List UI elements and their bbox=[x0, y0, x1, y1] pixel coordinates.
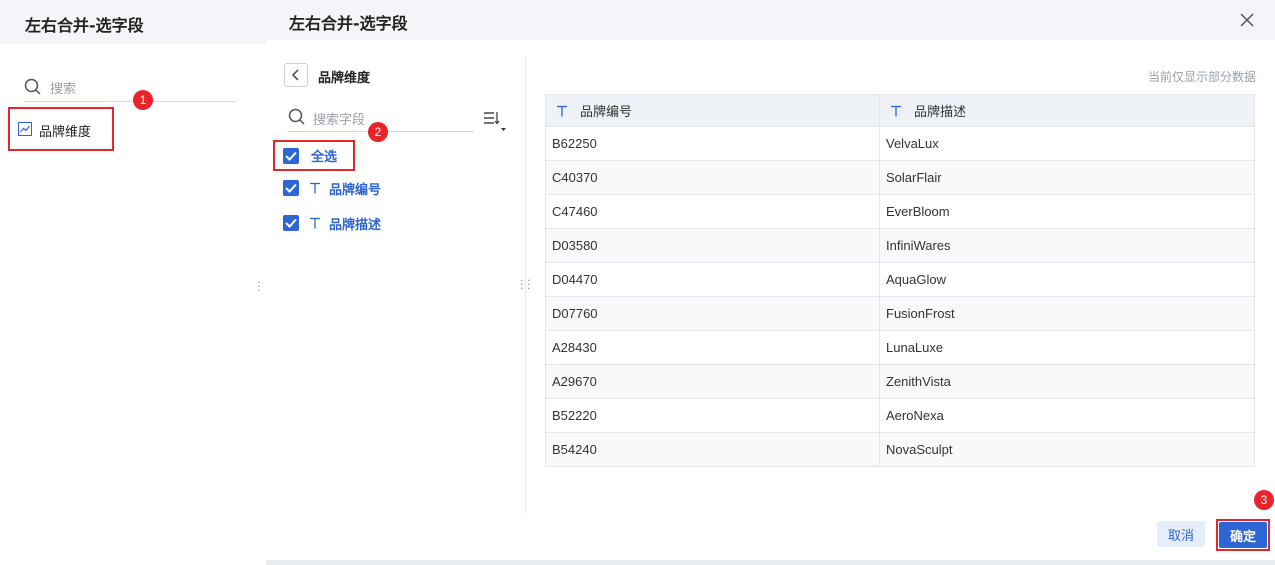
table-row: B52220 AeroNexa bbox=[545, 398, 1255, 433]
background-panel: 左右合并-选字段 搜索 品牌维度 1 · · · bbox=[0, 0, 268, 565]
table-cell: D07760 bbox=[545, 296, 880, 331]
close-icon bbox=[1240, 13, 1254, 27]
text-type-icon bbox=[310, 217, 320, 229]
text-type-icon bbox=[891, 105, 901, 116]
select-all-checkbox[interactable] bbox=[283, 147, 299, 164]
table-row: C40370 SolarFlair bbox=[545, 160, 1255, 195]
chart-icon bbox=[18, 122, 32, 136]
data-preview: 当前仅显示部分数据 品牌编号 品牌描述 B62250 VelvaLux C403… bbox=[544, 58, 1260, 478]
table-cell: AquaGlow bbox=[879, 262, 1255, 297]
background-title: 左右合并-选字段 bbox=[25, 16, 144, 35]
table-cell: VelvaLux bbox=[879, 126, 1255, 161]
field-search-placeholder: 搜索字段 bbox=[313, 113, 366, 128]
background-residual-text bbox=[135, 557, 265, 565]
table-row: D03580 InfiniWares bbox=[545, 228, 1255, 263]
field-checkbox[interactable] bbox=[283, 180, 299, 196]
resize-handle-middle[interactable]: · · · · · · bbox=[520, 275, 531, 294]
table-cell: A28430 bbox=[545, 330, 880, 365]
select-all-label: 全选 bbox=[311, 150, 338, 165]
column-header: 品牌描述 bbox=[879, 94, 1255, 127]
field-panel: 品牌维度 搜索字段 2 全选 品牌编号 品牌描述 bbox=[266, 58, 526, 513]
select-fields-dialog: 左右合并-选字段 品牌维度 搜索字段 2 全选 品牌编号 品牌描述 · · · … bbox=[266, 0, 1275, 565]
field-row-brand-code[interactable]: 品牌编号 bbox=[283, 176, 381, 200]
table-row: C47460 EverBloom bbox=[545, 194, 1255, 229]
table-cell: SolarFlair bbox=[879, 160, 1255, 195]
table-row: B62250 VelvaLux bbox=[545, 126, 1255, 161]
table-cell: EverBloom bbox=[879, 194, 1255, 229]
close-button[interactable] bbox=[1237, 10, 1257, 30]
preview-table: 品牌编号 品牌描述 B62250 VelvaLux C40370 SolarFl… bbox=[545, 94, 1255, 467]
table-cell: LunaLuxe bbox=[879, 330, 1255, 365]
column-header-label: 品牌描述 bbox=[914, 105, 967, 120]
back-button[interactable] bbox=[284, 63, 308, 87]
confirm-button-highlight: 确定 bbox=[1216, 519, 1270, 551]
background-header: 左右合并-选字段 bbox=[0, 0, 268, 44]
table-cell: D04470 bbox=[545, 262, 880, 297]
table-cell: C47460 bbox=[545, 194, 880, 229]
confirm-button[interactable]: 确定 bbox=[1219, 522, 1267, 548]
table-row: D07760 FusionFrost bbox=[545, 296, 1255, 331]
table-cell: NovaSculpt bbox=[879, 432, 1255, 467]
field-checkbox[interactable] bbox=[283, 215, 299, 231]
text-type-icon bbox=[557, 105, 567, 116]
background-search-placeholder: 搜索 bbox=[50, 82, 77, 97]
column-header: 品牌编号 bbox=[545, 94, 880, 127]
search-icon bbox=[24, 78, 41, 95]
table-cell: FusionFrost bbox=[879, 296, 1255, 331]
search-icon bbox=[288, 108, 305, 125]
table-cell: A29670 bbox=[545, 364, 880, 399]
table-cell: ZenithVista bbox=[879, 364, 1255, 399]
step-badge-1: 1 bbox=[133, 90, 153, 110]
sort-icon bbox=[484, 112, 506, 131]
dialog-bottom-edge bbox=[266, 560, 1275, 565]
table-cell: AeroNexa bbox=[879, 398, 1255, 433]
dimension-item-label: 品牌维度 bbox=[39, 125, 92, 140]
field-label: 品牌编号 bbox=[329, 182, 382, 198]
table-cell: C40370 bbox=[545, 160, 880, 195]
resize-handle-left[interactable]: · · · bbox=[256, 277, 262, 296]
table-row: B54240 NovaSculpt bbox=[545, 432, 1255, 467]
field-panel-title: 品牌维度 bbox=[318, 71, 371, 86]
dialog-header: 左右合并-选字段 bbox=[266, 0, 1275, 40]
step-badge-2: 2 bbox=[368, 122, 388, 142]
table-cell: B54240 bbox=[545, 432, 880, 467]
preview-note: 当前仅显示部分数据 bbox=[1147, 70, 1256, 84]
column-header-label: 品牌编号 bbox=[580, 105, 633, 120]
background-search-input[interactable]: 搜索 bbox=[24, 76, 236, 102]
table-cell: D03580 bbox=[545, 228, 880, 263]
table-row: A29670 ZenithVista bbox=[545, 364, 1255, 399]
check-icon bbox=[285, 183, 297, 193]
table-cell: B52220 bbox=[545, 398, 880, 433]
table-cell: B62250 bbox=[545, 126, 880, 161]
table-row: D04470 AquaGlow bbox=[545, 262, 1255, 297]
dialog-title: 左右合并-选字段 bbox=[289, 14, 408, 33]
table-cell: InfiniWares bbox=[879, 228, 1255, 263]
chevron-left-icon bbox=[291, 69, 299, 81]
sort-button[interactable] bbox=[482, 109, 508, 133]
field-label: 品牌描述 bbox=[329, 217, 382, 233]
cancel-button[interactable]: 取消 bbox=[1157, 521, 1205, 547]
text-type-icon bbox=[310, 182, 320, 194]
check-icon bbox=[285, 218, 297, 228]
select-all-checkbox-row[interactable]: 全选 bbox=[273, 140, 355, 171]
check-icon bbox=[285, 151, 297, 161]
table-header-row: 品牌编号 品牌描述 bbox=[545, 94, 1255, 127]
table-row: A28430 LunaLuxe bbox=[545, 330, 1255, 365]
field-row-brand-desc[interactable]: 品牌描述 bbox=[283, 211, 381, 235]
step-badge-3: 3 bbox=[1254, 490, 1274, 510]
dimension-item-brand[interactable]: 品牌维度 bbox=[8, 107, 114, 151]
